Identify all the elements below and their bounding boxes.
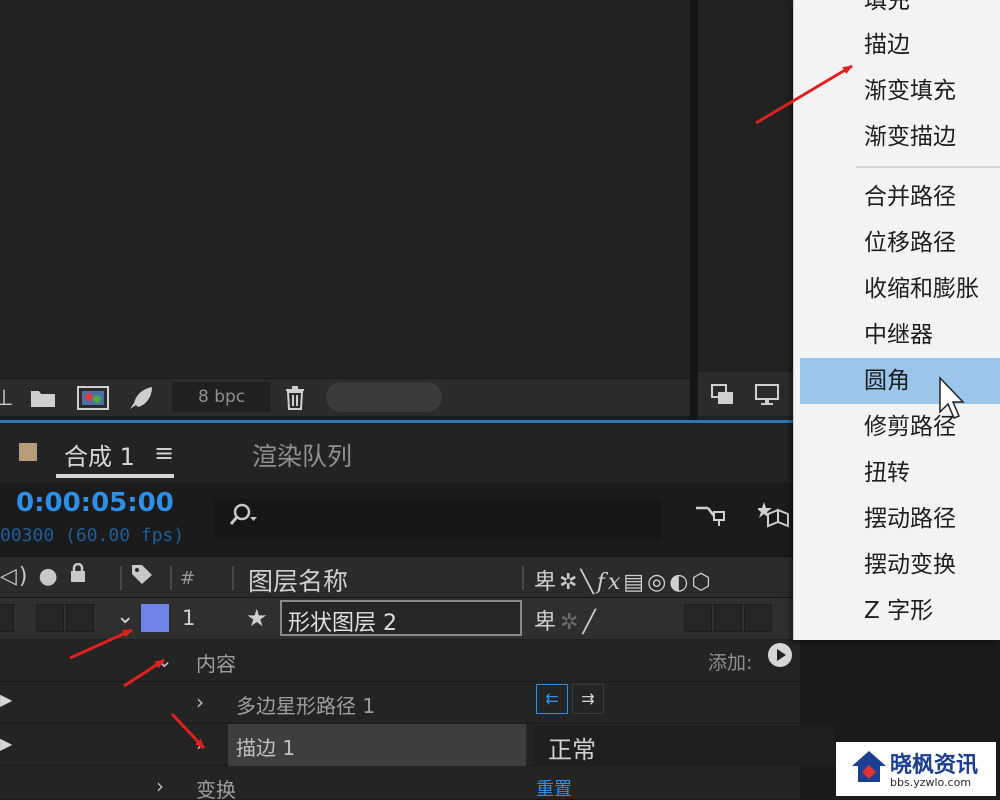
layer-number-header: #: [180, 568, 196, 589]
motion-blur-switch[interactable]: [684, 604, 712, 632]
solo-icon[interactable]: ●: [39, 564, 60, 589]
lock-icon[interactable]: [69, 562, 87, 589]
menu-item-round-corners[interactable]: 圆角: [800, 358, 1000, 404]
menu-item-pucker-bloat[interactable]: 收缩和膨胀: [794, 266, 1000, 312]
menu-item-offset-paths[interactable]: 位移路径: [794, 220, 1000, 266]
add-label: 添加:: [708, 652, 753, 674]
contents-label: 内容: [196, 652, 236, 676]
collapse-icon[interactable]: ✲: [559, 570, 580, 595]
tab-composition[interactable]: 合成 1: [64, 437, 135, 472]
monitor-icon[interactable]: [752, 376, 782, 414]
draft-3d-icon[interactable]: [756, 500, 794, 537]
layer-label-color[interactable]: [141, 604, 169, 632]
layers-icon[interactable]: [708, 376, 738, 414]
viewer-scrollbar[interactable]: [326, 382, 442, 412]
menu-item-gradient-stroke[interactable]: 渐变描边: [794, 114, 1000, 160]
path-direction-forward-button[interactable]: ⇇: [536, 684, 568, 714]
tab-menu-icon[interactable]: ≡: [154, 439, 174, 467]
motion-blur-icon[interactable]: ◎: [647, 570, 669, 595]
menu-item-gradient-fill[interactable]: 渐变填充: [794, 68, 1000, 114]
menu-item-zig-zag[interactable]: Z 字形: [794, 588, 1000, 634]
panel-divider[interactable]: [690, 0, 698, 420]
blend-mode-value: 正常: [548, 736, 596, 764]
collapse-switch[interactable]: ✲: [560, 610, 582, 635]
pin-icon[interactable]: ⊥: [0, 379, 14, 417]
shy-icon[interactable]: 卑: [534, 570, 559, 595]
frame-count-fps: 00300 (60.00 fps): [0, 525, 185, 546]
tab-render-queue[interactable]: 渲染队列: [252, 437, 352, 473]
right-panel-toolbar: [698, 372, 798, 416]
polystar-path-row[interactable]: [0, 682, 800, 724]
stroke-label: 描边 1: [236, 736, 296, 760]
layer-switches: 卑✲╱: [534, 604, 600, 636]
watermark-title: 晓枫资讯: [890, 753, 979, 778]
menu-item-twist[interactable]: 扭转: [794, 450, 1000, 496]
tab-composition-number: 1: [119, 443, 135, 471]
menu-item-wiggle-paths[interactable]: 摆动路径: [794, 496, 1000, 542]
keyframe-nav-icon[interactable]: ▶: [0, 690, 12, 709]
watermark-url: bbs.yzwlo.com: [890, 776, 972, 789]
contents-row[interactable]: [0, 640, 800, 682]
video-switch[interactable]: [0, 604, 14, 632]
transform-label: 变换: [196, 778, 236, 800]
layer-name-header[interactable]: 图层名称: [248, 562, 348, 598]
3d-layer-icon[interactable]: ⬡: [691, 570, 713, 595]
chevron-right-icon[interactable]: ›: [196, 690, 204, 714]
watermark-logo: [850, 748, 888, 786]
lock-switch[interactable]: [66, 604, 94, 632]
menu-item-fill[interactable]: 填充: [794, 0, 1000, 24]
chevron-right-icon[interactable]: ›: [156, 774, 164, 798]
transform-row[interactable]: [0, 766, 800, 800]
menu-divider: [856, 166, 1000, 168]
chevron-right-icon[interactable]: ›: [196, 732, 204, 756]
av-switch-icons: ◁) ●: [0, 562, 87, 589]
add-button[interactable]: [768, 643, 792, 667]
quality-icon[interactable]: ╲: [580, 570, 596, 595]
menu-item-merge-paths[interactable]: 合并路径: [794, 174, 1000, 220]
shy-switch[interactable]: 卑: [534, 610, 560, 635]
composition-flowchart-icon[interactable]: [694, 502, 730, 534]
quality-switch[interactable]: ╱: [582, 610, 599, 635]
column-separator[interactable]: [120, 566, 122, 590]
image-icon[interactable]: [76, 379, 110, 417]
folder-icon[interactable]: [28, 379, 58, 417]
solo-switch[interactable]: [36, 604, 64, 632]
trash-icon[interactable]: [282, 379, 308, 417]
menu-item-wiggle-transform[interactable]: 摆动变换: [794, 542, 1000, 588]
add-shape-context-menu: 填充 描边 渐变填充 渐变描边 合并路径 位移路径 收缩和膨胀 中继器 圆角 修…: [793, 0, 1000, 640]
layer-search-input[interactable]: [214, 499, 661, 539]
composition-viewer[interactable]: [0, 0, 690, 378]
current-timecode[interactable]: 0:00:05:00: [16, 488, 174, 518]
menu-item-trim-paths[interactable]: 修剪路径: [794, 404, 1000, 450]
menu-item-stroke[interactable]: 描边: [794, 22, 1000, 68]
chevron-down-icon[interactable]: ⌄: [116, 604, 134, 629]
frame-blend-icon[interactable]: ▤: [623, 570, 647, 595]
bit-depth-button[interactable]: 8 bpc: [172, 382, 270, 412]
layer-number: 1: [182, 606, 196, 630]
polystar-path-label: 多边星形路径 1: [236, 694, 376, 718]
3d-switch[interactable]: [744, 604, 772, 632]
search-icon: [228, 503, 258, 533]
adjustment-icon[interactable]: ◐: [669, 570, 691, 595]
star-icon: ★: [246, 604, 268, 632]
tab-composition-label: 合成: [64, 443, 112, 471]
active-tab-indicator: [56, 474, 174, 478]
menu-item-repeater[interactable]: 中继器: [794, 312, 1000, 358]
column-separator[interactable]: [522, 566, 524, 590]
column-separator[interactable]: [232, 566, 234, 590]
layer-switches-header: 卑✲╲fx▤◎◐⬡: [534, 564, 714, 596]
layer-name: 形状图层 2: [288, 611, 397, 636]
adjustment-switch[interactable]: [714, 604, 742, 632]
chevron-down-icon[interactable]: ⌄: [156, 648, 173, 672]
reset-link[interactable]: 重置: [536, 775, 572, 800]
rocket-icon[interactable]: [126, 379, 156, 417]
audio-icon[interactable]: ◁): [0, 564, 30, 589]
fx-icon[interactable]: fx: [597, 570, 624, 595]
composition-color-swatch: [19, 443, 37, 461]
column-separator[interactable]: [170, 566, 172, 590]
keyframe-nav-icon[interactable]: ▶: [0, 734, 12, 753]
path-direction-reverse-button[interactable]: ⇉: [572, 684, 604, 714]
label-tag-icon[interactable]: [130, 563, 154, 591]
